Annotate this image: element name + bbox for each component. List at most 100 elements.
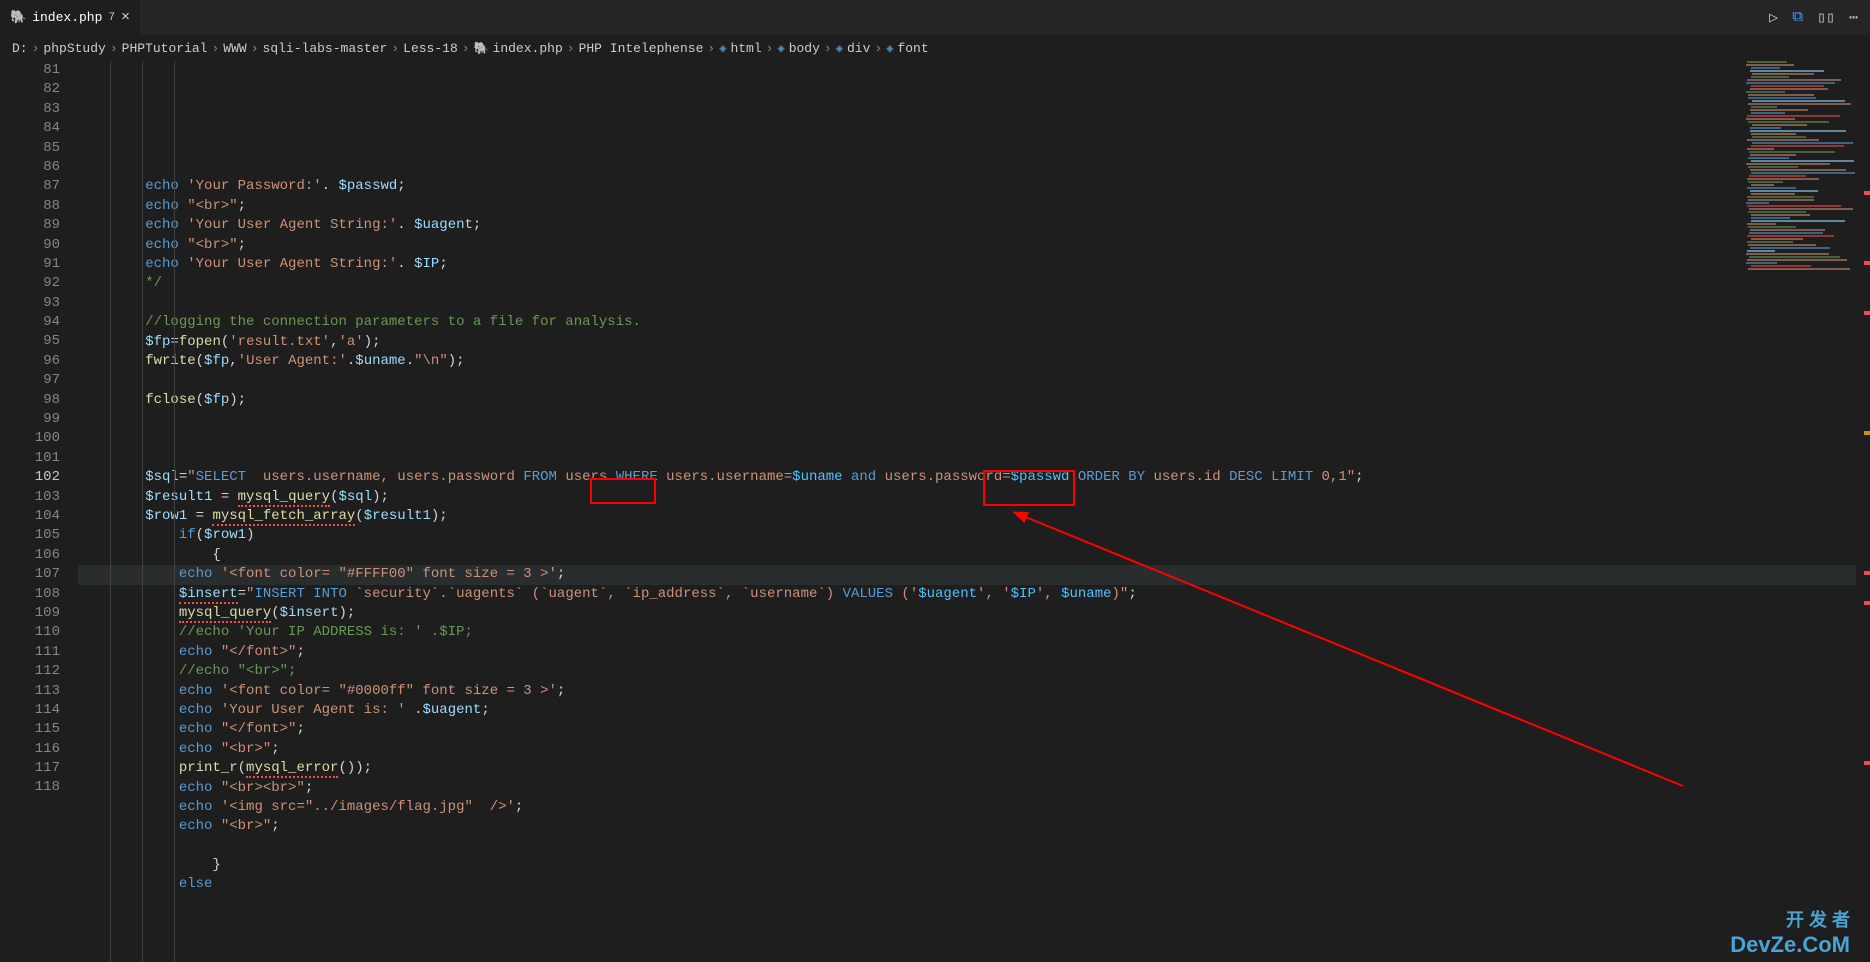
tab-close-button[interactable]: × <box>121 9 130 26</box>
line-number: 113 <box>0 682 60 701</box>
error-marker <box>1864 601 1870 605</box>
compare-icon[interactable]: ⧉ <box>1792 8 1803 27</box>
error-marker <box>1864 311 1870 315</box>
line-number: 100 <box>0 429 60 448</box>
error-marker <box>1864 761 1870 765</box>
line-number: 112 <box>0 662 60 681</box>
line-number: 90 <box>0 236 60 255</box>
symbol-icon: ◈ <box>719 41 726 56</box>
line-number: 97 <box>0 371 60 390</box>
code-area[interactable]: echo 'Your Password:'. $passwd; echo "<b… <box>78 61 1870 962</box>
line-number: 92 <box>0 274 60 293</box>
line-number: 110 <box>0 623 60 642</box>
error-marker <box>1864 571 1870 575</box>
code-line[interactable] <box>78 449 1870 468</box>
code-line[interactable]: $result1 = mysql_query($sql); <box>78 488 1870 507</box>
run-icon[interactable]: ▷ <box>1769 8 1778 27</box>
line-number: 105 <box>0 526 60 545</box>
code-line[interactable] <box>78 371 1870 390</box>
code-line[interactable]: echo '<font color= "#FFFF00" font size =… <box>78 565 1870 584</box>
breadcrumb[interactable]: D: › phpStudy › PHPTutorial › WWW › sqli-lab… <box>0 35 1870 61</box>
line-number: 99 <box>0 410 60 429</box>
bc-html[interactable]: ◈html <box>719 41 761 56</box>
line-number: 85 <box>0 139 60 158</box>
code-line[interactable]: */ <box>78 274 1870 293</box>
code-line[interactable]: echo 'Your User Agent is: ' .$uagent; <box>78 701 1870 720</box>
minimap[interactable] <box>1746 61 1856 291</box>
code-line[interactable]: mysql_query($insert); <box>78 604 1870 623</box>
symbol-icon: ◈ <box>886 41 893 56</box>
line-number: 93 <box>0 294 60 313</box>
code-line[interactable]: echo "</font>"; <box>78 643 1870 662</box>
code-line[interactable]: echo 'Your User Agent String:'. $IP; <box>78 255 1870 274</box>
code-line[interactable] <box>78 410 1870 429</box>
chevron-right-icon: › <box>707 41 715 56</box>
code-line[interactable] <box>78 430 1870 449</box>
php-icon: 🐘 <box>10 10 26 25</box>
line-number: 106 <box>0 546 60 565</box>
bc-div[interactable]: ◈div <box>836 41 871 56</box>
code-line[interactable] <box>78 158 1870 177</box>
bc-phptutorial[interactable]: PHPTutorial <box>122 41 208 56</box>
bc-intelephense[interactable]: PHP Intelephense <box>579 41 704 56</box>
code-line[interactable]: //echo "<br>"; <box>78 662 1870 681</box>
code-line[interactable] <box>78 837 1870 856</box>
line-number: 86 <box>0 158 60 177</box>
code-line[interactable]: } <box>78 856 1870 875</box>
tab-index-php[interactable]: 🐘 index.php 7 × <box>0 0 141 35</box>
code-line[interactable]: $row1 = mysql_fetch_array($result1); <box>78 507 1870 526</box>
code-line[interactable]: print_r(mysql_error()); <box>78 759 1870 778</box>
bc-www[interactable]: WWW <box>223 41 246 56</box>
bc-drive[interactable]: D: <box>12 41 28 56</box>
watermark: 开 发 者 DevZe.CoM <box>1730 906 1850 958</box>
line-number: 117 <box>0 759 60 778</box>
code-line[interactable]: echo '<font color= "#0000ff" font size =… <box>78 682 1870 701</box>
code-line[interactable]: fclose($fp); <box>78 391 1870 410</box>
code-line[interactable]: $insert="INSERT INTO `security`.`uagents… <box>78 585 1870 604</box>
line-number: 83 <box>0 100 60 119</box>
editor[interactable]: 8182838485868788899091929394959697989910… <box>0 61 1870 962</box>
line-number: 102 <box>0 468 60 487</box>
code-line[interactable]: if($row1) <box>78 526 1870 545</box>
chevron-right-icon: › <box>766 41 774 56</box>
line-number: 103 <box>0 488 60 507</box>
code-line[interactable]: echo '<img src="../images/flag.jpg" />'; <box>78 798 1870 817</box>
line-number: 108 <box>0 585 60 604</box>
line-number: 114 <box>0 701 60 720</box>
split-editor-icon[interactable]: ▯▯ <box>1817 8 1835 27</box>
line-number: 91 <box>0 255 60 274</box>
bc-font[interactable]: ◈font <box>886 41 928 56</box>
scrollbar[interactable] <box>1856 61 1870 962</box>
chevron-right-icon: › <box>824 41 832 56</box>
chevron-right-icon: › <box>391 41 399 56</box>
bc-less18[interactable]: Less-18 <box>403 41 458 56</box>
code-line[interactable]: { <box>78 546 1870 565</box>
code-line[interactable]: fwrite($fp,'User Agent:'.$uname."\n"); <box>78 352 1870 371</box>
bc-phpstudy[interactable]: phpStudy <box>43 41 105 56</box>
more-actions-icon[interactable]: ⋯ <box>1849 8 1858 27</box>
line-number: 89 <box>0 216 60 235</box>
code-line[interactable]: $sql="SELECT users.username, users.passw… <box>78 468 1870 487</box>
code-line[interactable]: echo 'Your User Agent String:'. $uagent; <box>78 216 1870 235</box>
bc-body[interactable]: ◈body <box>777 41 819 56</box>
code-line[interactable]: //echo 'Your IP ADDRESS is: ' .$IP; <box>78 623 1870 642</box>
code-line[interactable] <box>78 294 1870 313</box>
code-line[interactable]: echo "<br><br>"; <box>78 779 1870 798</box>
bc-file[interactable]: 🐘index.php <box>474 41 563 56</box>
code-line[interactable]: echo "<br>"; <box>78 236 1870 255</box>
line-number: 116 <box>0 740 60 759</box>
bc-sqlilabs[interactable]: sqli-labs-master <box>263 41 388 56</box>
line-number: 118 <box>0 778 60 797</box>
chevron-right-icon: › <box>110 41 118 56</box>
code-line[interactable]: //logging the connection parameters to a… <box>78 313 1870 332</box>
code-line[interactable]: else <box>78 875 1870 894</box>
line-number: 111 <box>0 643 60 662</box>
code-line[interactable]: echo "</font>"; <box>78 720 1870 739</box>
code-line[interactable]: $fp=fopen('result.txt','a'); <box>78 333 1870 352</box>
code-line[interactable]: echo "<br>"; <box>78 817 1870 836</box>
error-marker <box>1864 191 1870 195</box>
code-line[interactable]: echo "<br>"; <box>78 740 1870 759</box>
code-line[interactable]: echo "<br>"; <box>78 197 1870 216</box>
code-line[interactable]: echo 'Your Password:'. $passwd; <box>78 177 1870 196</box>
watermark-cn: 开 发 者 <box>1730 906 1850 932</box>
